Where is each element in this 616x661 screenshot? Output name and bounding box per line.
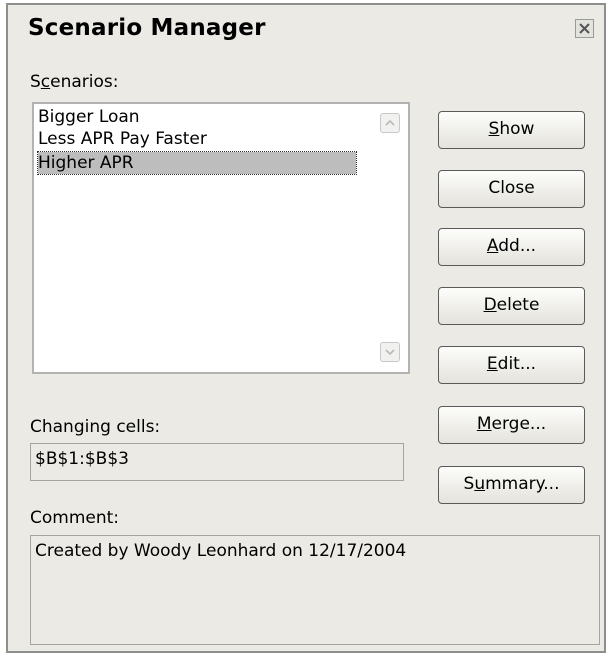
delete-button[interactable]: Delete [438, 287, 585, 325]
chevron-down-icon [385, 349, 395, 356]
close-icon[interactable] [575, 19, 594, 38]
show-button[interactable]: Show [438, 111, 585, 149]
comment-field[interactable]: Created by Woody Leonhard on 12/17/2004 [30, 535, 600, 645]
changing-cells-field[interactable]: $B$1:$B$3 [30, 443, 404, 481]
list-item-selected[interactable]: Higher APR [37, 151, 357, 175]
chevron-up-icon [385, 119, 395, 126]
dialog-title: Scenario Manager [28, 15, 266, 41]
scroll-down-button[interactable] [380, 342, 400, 362]
summary-button[interactable]: Summary... [438, 466, 585, 504]
list-item[interactable]: Bigger Loan [38, 106, 140, 128]
scenarios-label: Scenarios: [30, 72, 119, 92]
scroll-up-button[interactable] [380, 113, 400, 133]
scenario-manager-dialog: Scenario Manager Scenarios: Bigger Loan … [6, 3, 606, 653]
merge-button[interactable]: Merge... [438, 406, 585, 444]
close-button[interactable]: Close [438, 170, 585, 208]
comment-label: Comment: [30, 508, 120, 528]
edit-button[interactable]: Edit... [438, 346, 585, 384]
title-bar[interactable]: Scenario Manager [8, 5, 604, 51]
add-button[interactable]: Add... [438, 228, 585, 266]
list-item[interactable]: Less APR Pay Faster [38, 128, 207, 150]
scenarios-listbox[interactable]: Bigger Loan Less APR Pay Faster Higher A… [32, 102, 410, 374]
changing-cells-label: Changing cells: [30, 417, 161, 437]
